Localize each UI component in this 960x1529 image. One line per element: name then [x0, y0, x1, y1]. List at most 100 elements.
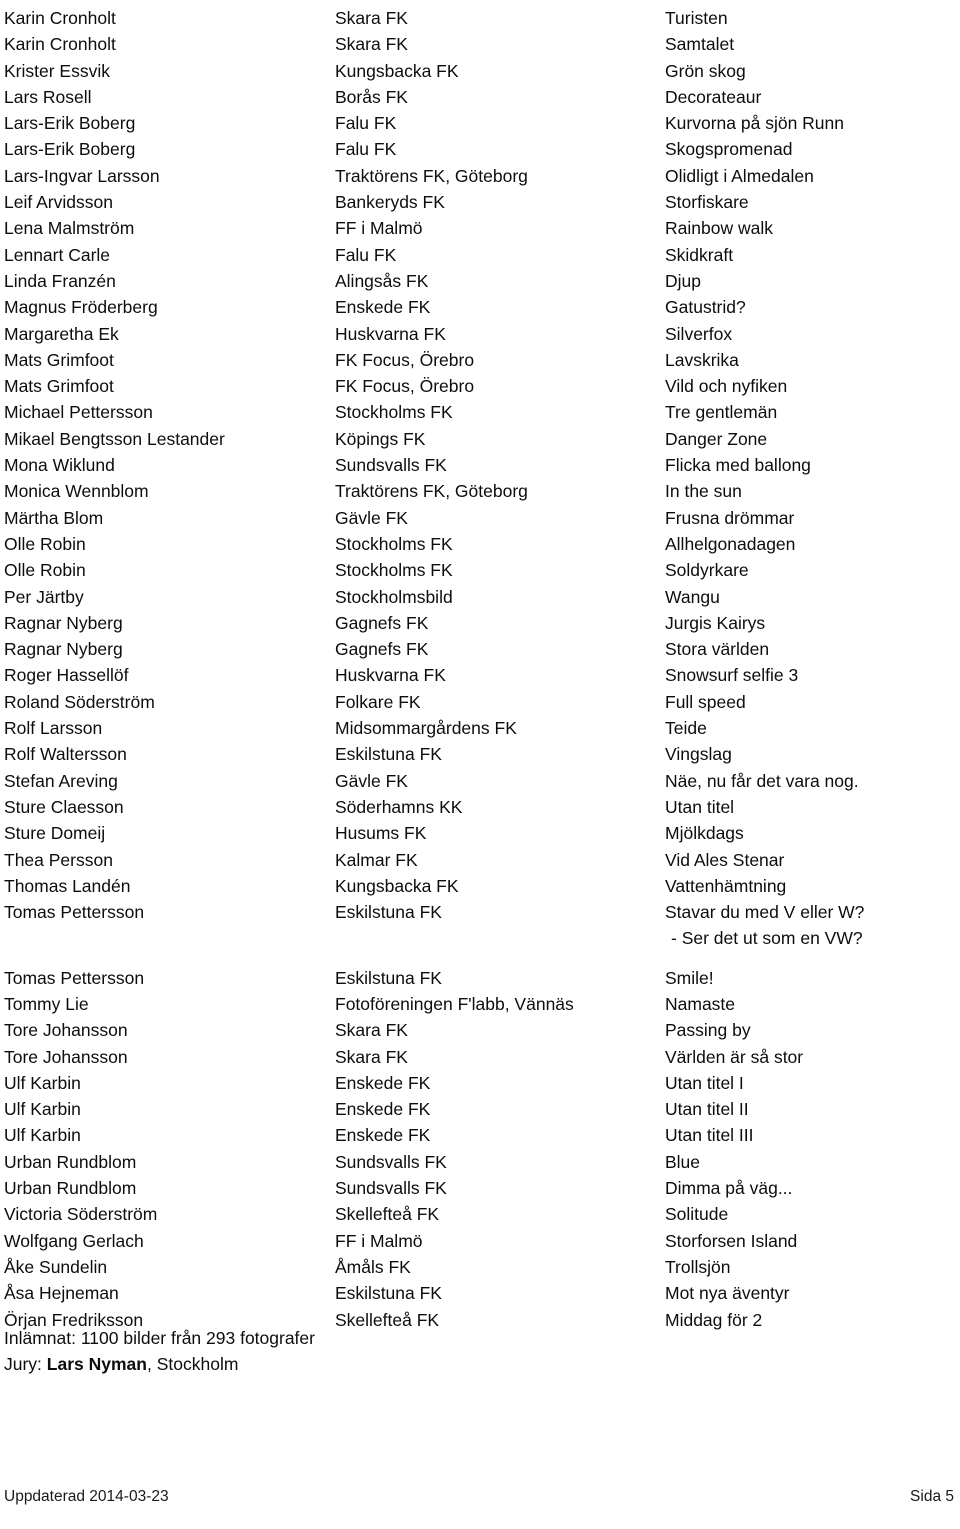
cell-club: Åmåls FK: [335, 1256, 411, 1277]
cell-club: Midsommargårdens FK: [335, 718, 517, 739]
cell-photographer: Rolf Waltersson: [4, 744, 127, 765]
table-row: Lena Malmström FF i Malmö Rainbow walk: [4, 215, 956, 241]
cell-title: Vingslag: [665, 744, 732, 765]
cell-title: Blue: [665, 1151, 701, 1172]
cell-photographer: Ulf Karbin: [4, 1099, 81, 1120]
table-row: Mats Grimfoot FK Focus, Örebro Lavskrika: [4, 347, 956, 373]
cell-club: Skara FK: [335, 1046, 408, 1067]
table-row: Tommy Lie Fotoföreningen F'labb, Vännäs Na…: [4, 991, 956, 1017]
summary-block: Inlämnat: 1100 bilder från 293 fotografe…: [4, 1325, 704, 1378]
cell-title: Silverfox: [665, 323, 733, 344]
table-row: - Ser det ut som en VW?: [4, 925, 956, 951]
cell-photographer: Märtha Blom: [4, 507, 104, 528]
table-row: Wolfgang Gerlach FF i Malmö Storforsen Isl…: [4, 1228, 956, 1254]
cell-club: Gagnefs FK: [335, 639, 429, 660]
table-row: Victoria Söderström Skellefteå FK Solitude: [4, 1201, 956, 1227]
cell-photographer: Lars-Ingvar Larsson: [4, 165, 160, 186]
table-row: Lars-Erik Boberg Falu FK Kurvorna på sjön …: [4, 110, 956, 136]
cell-club: Kungsbacka FK: [335, 875, 459, 896]
cell-club: Köpings FK: [335, 428, 426, 449]
table-row: Mona Wiklund Sundsvalls FK Flicka med ball…: [4, 452, 956, 478]
table-row: Tomas Pettersson Eskilstuna FK Smile!: [4, 965, 956, 991]
cell-title: Middag för 2: [665, 1309, 763, 1330]
table-row: Olle Robin Stockholms FK Soldyrkare: [4, 557, 956, 583]
cell-photographer: Mats Grimfoot: [4, 376, 114, 397]
cell-photographer: Ragnar Nyberg: [4, 639, 123, 660]
table-row: Lars Rosell Borås FK Decorateaur: [4, 84, 956, 110]
cell-club: Traktörens FK, Göteborg: [335, 165, 528, 186]
cell-title: Jurgis Kairys: [665, 612, 766, 633]
cell-title: Världen är så stor: [665, 1046, 804, 1067]
cell-title: Smile!: [665, 967, 714, 988]
submitted-count: Inlämnat: 1100 bilder från 293 fotografe…: [4, 1328, 315, 1348]
cell-club: Sundsvalls FK: [335, 1178, 447, 1199]
cell-title: Namaste: [665, 993, 736, 1014]
jury-line: Jury: Lars Nyman, Stockholm: [4, 1351, 704, 1377]
cell-photographer: Ulf Karbin: [4, 1072, 81, 1093]
table-row: Roland Söderström Folkare FK Full speed: [4, 689, 956, 715]
cell-club: Enskede FK: [335, 1072, 431, 1093]
cell-title: Snowsurf selfie 3: [665, 665, 799, 686]
cell-title: Utan titel: [665, 796, 735, 817]
cell-photographer: Per Järtby: [4, 586, 84, 607]
cell-club: Fotoföreningen F'labb, Vännäs: [335, 993, 574, 1014]
cell-photographer: Lars-Erik Boberg: [4, 113, 136, 134]
cell-photographer: Michael Pettersson: [4, 402, 153, 423]
table-row: Urban Rundblom Sundsvalls FK Blue: [4, 1149, 956, 1175]
cell-title: Mot nya äventyr: [665, 1283, 790, 1304]
cell-title: Stora världen: [665, 639, 770, 660]
cell-club: Söderhamns KK: [335, 796, 463, 817]
cell-club: Skara FK: [335, 1020, 408, 1041]
cell-club: Eskilstuna FK: [335, 902, 442, 923]
cell-photographer: Lars Rosell: [4, 86, 92, 107]
cell-title: Decorateaur: [665, 86, 762, 107]
cell-club: Sundsvalls FK: [335, 1151, 447, 1172]
table-row: Lars-Ingvar Larsson Traktörens FK, Götebo…: [4, 163, 956, 189]
cell-club: Sundsvalls FK: [335, 455, 447, 476]
cell-club: Eskilstuna FK: [335, 967, 442, 988]
cell-title: Vattenhämtning: [665, 875, 787, 896]
document-page: Karin Cronholt Skara FK Turisten Karin Cron…: [0, 0, 960, 1529]
cell-photographer: Ulf Karbin: [4, 1125, 81, 1146]
cell-club: Huskvarna FK: [335, 665, 446, 686]
cell-title: Teide: [665, 718, 707, 739]
cell-title: Olidligt i Almedalen: [665, 165, 814, 186]
cell-title: Grön skog: [665, 60, 746, 81]
table-row: Ragnar Nyberg Gagnefs FK Stora världen: [4, 636, 956, 662]
cell-club: Stockholms FK: [335, 560, 453, 581]
cell-title: Flicka med ballong: [665, 455, 811, 476]
cell-photographer: Urban Rundblom: [4, 1151, 137, 1172]
cell-photographer: Karin Cronholt: [4, 34, 116, 55]
cell-title: Lavskrika: [665, 349, 739, 370]
table-row: Ragnar Nyberg Gagnefs FK Jurgis Kairys: [4, 610, 956, 636]
cell-photographer: Karin Cronholt: [4, 8, 116, 28]
cell-title: Tre gentlemän: [665, 402, 778, 423]
cell-club: Skellefteå FK: [335, 1204, 440, 1225]
cell-title: - Ser det ut som en VW?: [671, 928, 863, 949]
cell-photographer: Lennart Carle: [4, 244, 111, 265]
results-table: Karin Cronholt Skara FK Turisten Karin Cron…: [4, 5, 956, 1333]
cell-club: FK Focus, Örebro: [335, 349, 475, 370]
cell-club: FF i Malmö: [335, 1230, 423, 1251]
cell-photographer: Mikael Bengtsson Lestander: [4, 428, 225, 449]
table-row: Tomas Pettersson Eskilstuna FK Stavar du m…: [4, 899, 956, 925]
cell-photographer: Åsa Hejneman: [4, 1283, 119, 1304]
cell-club: Kalmar FK: [335, 849, 418, 870]
cell-photographer: Tomas Pettersson: [4, 902, 145, 923]
cell-title: Storforsen Island: [665, 1230, 798, 1251]
cell-photographer: Linda Franzén: [4, 270, 116, 291]
cell-title: Stavar du med V eller W?: [665, 902, 865, 923]
table-row: Tore Johansson Skara FK Världen är så stor: [4, 1044, 956, 1070]
table-row: Magnus Fröderberg Enskede FK Gatustrid?: [4, 294, 956, 320]
table-row: Lars-Erik Boberg Falu FK Skogspromenad: [4, 136, 956, 162]
cell-photographer: Thomas Landén: [4, 875, 131, 896]
cell-title: Utan titel I: [665, 1072, 744, 1093]
cell-club: Falu FK: [335, 244, 397, 265]
cell-photographer: Urban Rundblom: [4, 1178, 137, 1199]
cell-title: Soldyrkare: [665, 560, 749, 581]
footer-page-number: Sida 5: [910, 1488, 954, 1505]
table-row: Margaretha Ek Huskvarna FK Silverfox: [4, 321, 956, 347]
table-row: Ulf Karbin Enskede FK Utan titel III: [4, 1122, 956, 1148]
cell-photographer: Magnus Fröderberg: [4, 297, 158, 318]
cell-club: Enskede FK: [335, 297, 431, 318]
